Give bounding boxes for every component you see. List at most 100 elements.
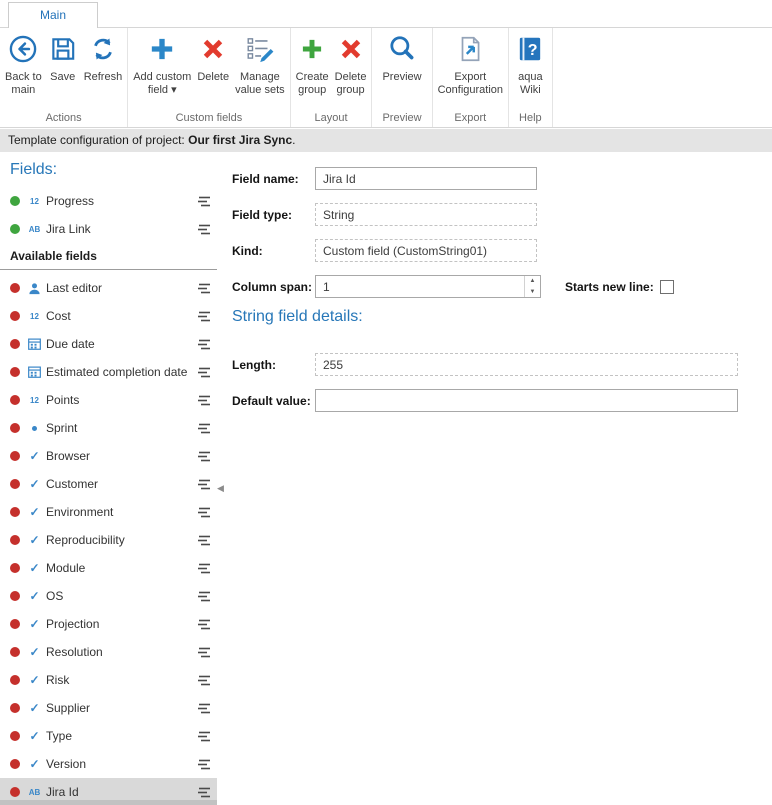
drag-handle-icon[interactable]: [198, 339, 211, 350]
back-to-main-button[interactable]: Back to main: [2, 30, 45, 97]
aqua-wiki-label: aqua Wiki: [518, 71, 542, 97]
delete-field-button[interactable]: Delete: [194, 30, 232, 84]
save-button[interactable]: Save: [45, 30, 81, 84]
collapse-sidebar-arrow[interactable]: ◀: [217, 483, 224, 494]
add-custom-field-button[interactable]: Add custom field ▾: [130, 30, 194, 97]
drag-handle-icon[interactable]: [198, 507, 211, 518]
starts-new-line-label: Starts new line:: [565, 280, 654, 294]
tab-main[interactable]: Main: [8, 2, 98, 28]
field-row-environment[interactable]: ✓ Environment: [0, 498, 217, 526]
drag-handle-icon[interactable]: [198, 196, 211, 207]
column-span-label: Column span:: [232, 280, 312, 294]
field-row-resolution[interactable]: ✓ Resolution: [0, 638, 217, 666]
sprint-dot-icon: [26, 426, 43, 431]
drag-handle-icon[interactable]: [198, 563, 211, 574]
spin-down-button[interactable]: ▼: [525, 287, 540, 298]
field-row-label: Supplier: [46, 701, 198, 715]
text-type-icon: AB: [26, 225, 43, 234]
value-sets-icon: [245, 34, 275, 69]
field-name-input[interactable]: [315, 167, 537, 190]
person-icon: [26, 282, 43, 295]
drag-handle-icon[interactable]: [198, 619, 211, 630]
refresh-button[interactable]: Refresh: [81, 30, 126, 84]
default-value-input[interactable]: [315, 389, 738, 412]
field-row-jira-link[interactable]: AB Jira Link: [0, 215, 217, 243]
field-row-due-date[interactable]: Due date: [0, 330, 217, 358]
drag-handle-icon[interactable]: [198, 451, 211, 462]
field-row-reproducibility[interactable]: ✓ Reproducibility: [0, 526, 217, 554]
drag-handle-icon[interactable]: [198, 647, 211, 658]
back-to-main-label: Back to main: [5, 71, 42, 97]
manage-value-sets-button[interactable]: Manage value sets: [232, 30, 288, 97]
drag-handle-icon[interactable]: [198, 591, 211, 602]
drag-handle-icon[interactable]: [198, 283, 211, 294]
field-row-label: Version: [46, 757, 198, 771]
project-name: Our first Jira Sync: [188, 133, 292, 147]
back-icon: [8, 34, 38, 69]
field-row-customer[interactable]: ✓ Customer: [0, 470, 217, 498]
aqua-wiki-button[interactable]: ? aqua Wiki: [512, 30, 548, 97]
field-row-progress[interactable]: 12 Progress: [0, 187, 217, 215]
sidebar-scrollbar[interactable]: [0, 800, 217, 805]
spin-up-button[interactable]: ▲: [525, 276, 540, 287]
column-span-input[interactable]: [315, 275, 541, 298]
ribbon-group-custom-fields: Add custom field ▾ Delete Manage value s…: [128, 28, 290, 127]
export-document-icon: [455, 34, 485, 69]
checkmark-icon: ✓: [26, 562, 43, 574]
field-row-module[interactable]: ✓ Module: [0, 554, 217, 582]
status-dot-green: [10, 196, 20, 206]
field-row-last-editor[interactable]: Last editor: [0, 274, 217, 302]
ribbon-group-export: Export Configuration Export: [433, 28, 509, 127]
field-row-browser[interactable]: ✓ Browser: [0, 442, 217, 470]
drag-handle-icon[interactable]: [198, 759, 211, 770]
ribbon-group-help: ? aqua Wiki Help: [509, 28, 553, 127]
status-dot-red: [10, 395, 20, 405]
field-row-sprint[interactable]: Sprint: [0, 414, 217, 442]
checkmark-icon: ✓: [26, 702, 43, 714]
create-group-button[interactable]: Create group: [293, 30, 332, 97]
drag-handle-icon[interactable]: [198, 535, 211, 546]
export-configuration-button[interactable]: Export Configuration: [435, 30, 506, 97]
status-dot-red: [10, 703, 20, 713]
field-row-points[interactable]: 12 Points: [0, 386, 217, 414]
drag-handle-icon[interactable]: [198, 224, 211, 235]
drag-handle-icon[interactable]: [198, 423, 211, 434]
field-row-os[interactable]: ✓ OS: [0, 582, 217, 610]
drag-handle-icon[interactable]: [198, 787, 211, 798]
preview-button[interactable]: Preview: [379, 30, 424, 84]
field-row-estimated-completion-date[interactable]: Estimated completion date: [0, 358, 217, 386]
field-row-cost[interactable]: 12 Cost: [0, 302, 217, 330]
ribbon-group-preview: Preview Preview: [372, 28, 432, 127]
field-row-risk[interactable]: ✓ Risk: [0, 666, 217, 694]
fields-title: Fields:: [10, 161, 217, 179]
field-row-type[interactable]: ✓ Type: [0, 722, 217, 750]
delete-group-button[interactable]: Delete group: [332, 30, 370, 97]
field-row-label: Customer: [46, 477, 198, 491]
field-row-label: Reproducibility: [46, 533, 198, 547]
drag-handle-icon[interactable]: [198, 479, 211, 490]
drag-handle-icon[interactable]: [198, 311, 211, 322]
drag-handle-icon[interactable]: [198, 367, 211, 378]
field-name-label: Field name:: [232, 172, 299, 186]
default-value-label: Default value:: [232, 394, 311, 408]
save-icon: [48, 34, 78, 69]
field-row-version[interactable]: ✓ Version: [0, 750, 217, 778]
status-dot-red: [10, 423, 20, 433]
field-row-label: Browser: [46, 449, 198, 463]
checkmark-icon: ✓: [26, 506, 43, 518]
field-row-supplier[interactable]: ✓ Supplier: [0, 694, 217, 722]
drag-handle-icon[interactable]: [198, 731, 211, 742]
ribbon-group-label-help: Help: [511, 110, 550, 127]
ribbon-group-layout: Create group Delete group Layout: [291, 28, 373, 127]
status-dot-red: [10, 675, 20, 685]
drag-handle-icon[interactable]: [198, 675, 211, 686]
length-input: [315, 353, 738, 376]
field-row-projection[interactable]: ✓ Projection: [0, 610, 217, 638]
number-type-icon: 12: [26, 396, 43, 405]
starts-new-line-checkbox[interactable]: [660, 280, 674, 294]
drag-handle-icon[interactable]: [198, 703, 211, 714]
status-dot-red: [10, 591, 20, 601]
refresh-label: Refresh: [84, 71, 123, 84]
magnifier-icon: [387, 34, 417, 69]
drag-handle-icon[interactable]: [198, 395, 211, 406]
